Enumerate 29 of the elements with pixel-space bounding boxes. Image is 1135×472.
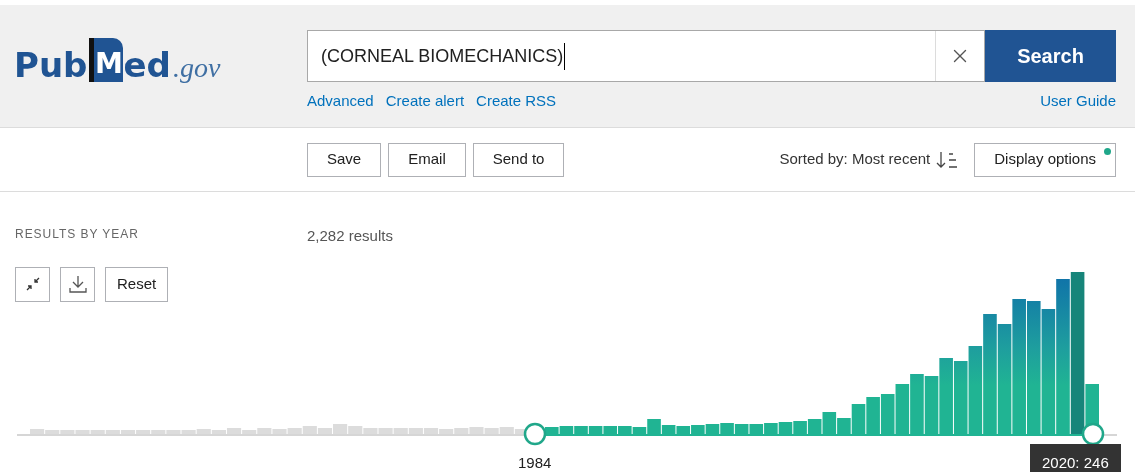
search-link[interactable]: Create RSS — [476, 90, 557, 113]
search-link[interactable]: Advanced — [307, 90, 374, 113]
range-handle[interactable] — [1081, 422, 1105, 445]
range-end-tooltip: 2020: 246 — [1030, 443, 1121, 472]
results-count: 2,282 results — [307, 226, 393, 246]
action-button[interactable]: Save — [307, 142, 382, 177]
action-button[interactable]: Email — [388, 142, 466, 177]
display-options-button[interactable]: Display options — [974, 142, 1116, 177]
reset-button[interactable]: Reset — [105, 266, 169, 302]
search-button[interactable]: Search — [985, 30, 1116, 82]
logo-domain: .gov — [172, 54, 221, 82]
logo-book-mark: M — [89, 38, 124, 82]
download-button[interactable] — [60, 266, 95, 302]
logo-text: ed — [123, 48, 171, 82]
search-text: (CORNEAL BIOMECHANICS) — [321, 42, 566, 70]
sort-icon — [936, 150, 959, 169]
download-icon — [68, 275, 87, 293]
logo-text: Pub — [14, 48, 88, 82]
range-start-label: 1984 — [518, 452, 552, 472]
section-title: RESULTS BY YEAR — [15, 226, 140, 243]
collapse-icon — [25, 277, 40, 291]
range-handle[interactable] — [523, 422, 547, 445]
search-field[interactable]: (CORNEAL BIOMECHANICS) — [307, 30, 985, 82]
collapse-button[interactable] — [15, 266, 50, 302]
search-link[interactable]: Create alert — [385, 90, 465, 113]
action-button[interactable]: Send to — [472, 142, 565, 177]
sort-button[interactable]: Sorted by: Most recent — [779, 148, 959, 171]
pubmed-logo[interactable]: Pub Med.gov — [14, 38, 307, 82]
user-guide-link[interactable]: User Guide — [1040, 90, 1116, 113]
